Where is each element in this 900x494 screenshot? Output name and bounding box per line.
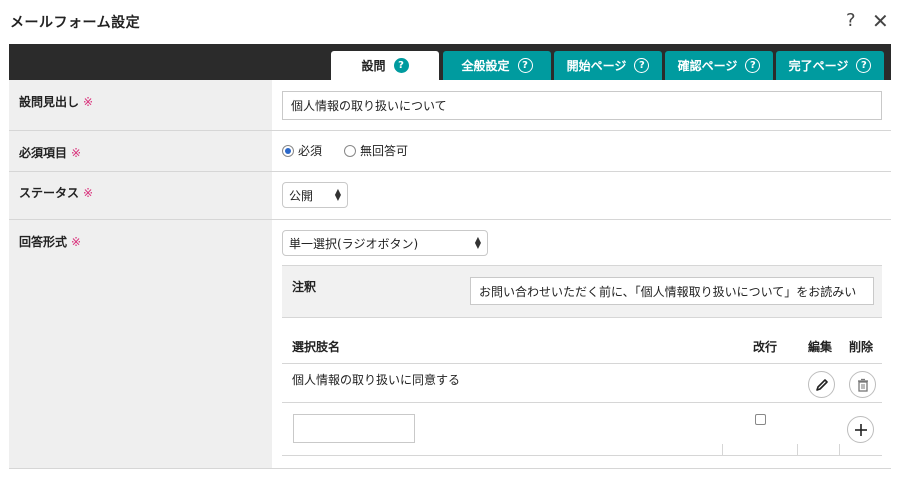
radio-optional[interactable]: 無回答可 [344,142,408,159]
status-select[interactable]: 公開 ▲ ▼ [282,182,348,208]
tab-general-settings[interactable]: 全般設定 ? [443,51,551,80]
radio-required[interactable]: 必須 [282,142,322,159]
col-header-choice-name: 選択肢名 [292,340,341,354]
tab-label: 設問 [361,59,386,73]
question-heading-input[interactable]: 個人情報の取り扱いについて [282,91,882,120]
required-radio-group: 必須 無回答可 [282,142,408,159]
question-circle-icon[interactable]: ? [745,58,761,73]
new-choice-input[interactable] [293,414,415,443]
required-mark: ※ [83,186,94,200]
tab-confirm-page[interactable]: 確認ページ ? [665,51,773,80]
tab-bar: 設問 ? 全般設定 ? 開始ページ ? 確認ページ ? 完了ページ ? [9,44,891,80]
dialog-header: メールフォーム設定 ? ✕ [0,0,900,44]
status-label: ステータス ※ [19,186,94,200]
tab-questions[interactable]: 設問 ? [331,51,439,80]
close-icon[interactable]: ✕ [872,9,889,33]
tab-complete-page[interactable]: 完了ページ ? [776,51,884,80]
status-row: ステータス ※ [9,172,891,220]
question-circle-icon[interactable]: ? [393,58,409,73]
answer-format-label: 回答形式 ※ [19,235,82,249]
updown-arrow-icon: ▲ ▼ [334,187,341,202]
question-circle-icon[interactable]: ? [517,58,533,73]
radio-unselected-icon[interactable] [344,144,357,157]
updown-arrow-icon: ▲ ▼ [474,235,481,250]
newline-checkbox[interactable] [755,414,766,425]
tab-label: 完了ページ [788,59,849,73]
question-heading-label: 設問見出し ※ [19,95,94,109]
tab-start-page[interactable]: 開始ページ ? [554,51,662,80]
col-header-edit: 編集 [808,340,833,354]
question-circle-icon[interactable]: ? [634,58,650,73]
add-plus-icon[interactable] [847,416,874,443]
answer-format-select[interactable]: 単一選択(ラジオボタン) ▲ ▼ [282,230,488,256]
annotation-label: 注釈 [292,280,317,294]
required-item-row: 必須項目 ※ [9,131,891,172]
required-item-label: 必須項目 ※ [19,146,82,160]
required-mark: ※ [71,146,82,160]
dialog-title: メールフォーム設定 [10,15,141,31]
trash-icon[interactable] [849,371,876,398]
edit-pencil-icon[interactable] [808,371,835,398]
required-mark: ※ [83,95,94,109]
choice-name: 個人情報の取り扱いに同意する [292,373,461,387]
tab-label: 確認ページ [677,59,738,73]
col-header-delete: 削除 [849,340,874,354]
required-mark: ※ [71,235,82,249]
tab-label: 開始ページ [566,59,627,73]
help-icon[interactable]: ? [846,10,856,31]
tab-label: 全般設定 [461,59,510,73]
annotation-input[interactable]: お問い合わせいただく前に、「個人情報取り扱いについて」をお読みい [470,277,874,305]
col-header-newline: 改行 [753,340,778,354]
radio-selected-icon[interactable] [282,144,294,157]
question-circle-icon[interactable]: ? [856,58,872,73]
mail-form-settings-dialog: メールフォーム設定 ? ✕ 設問 ? 全般設定 ? 開始ページ ? 確認ページ … [0,0,900,494]
